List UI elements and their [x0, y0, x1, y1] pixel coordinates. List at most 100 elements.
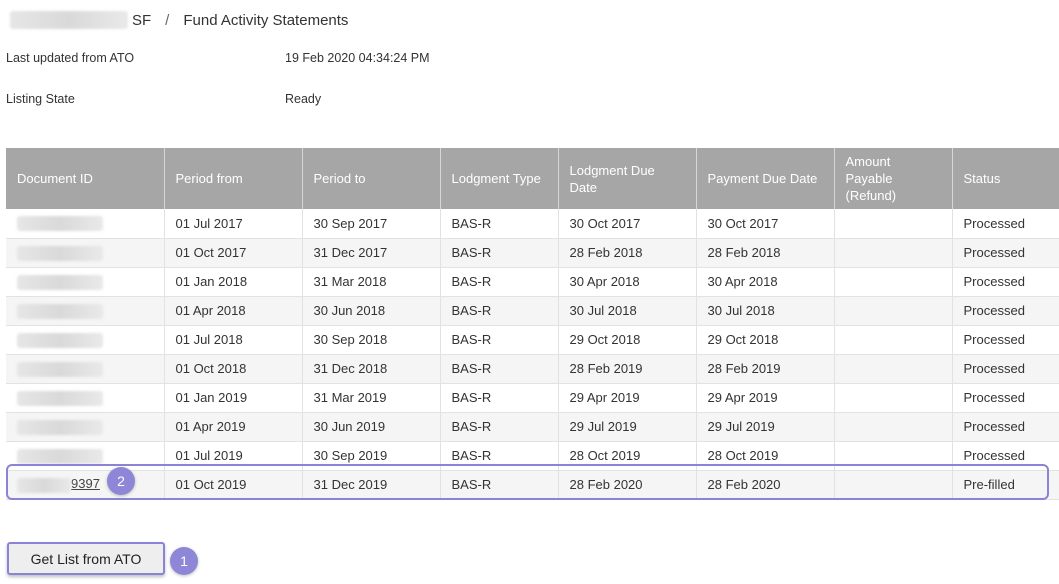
cell-amount [834, 238, 953, 268]
listing-state-value: Ready [285, 92, 322, 106]
cell-status: Processed [952, 412, 1059, 442]
cell-payment-due: 30 Jul 2018 [696, 296, 835, 326]
cell-lodgment-due: 29 Jul 2019 [558, 412, 697, 442]
cell-status: Processed [952, 296, 1059, 326]
table-body: 01 Jul 2017 30 Sep 2017 BAS-R 30 Oct 2017 30… [6, 209, 1059, 500]
header-status[interactable]: Status [952, 148, 1059, 209]
cell-lodgment-due: 28 Feb 2019 [558, 354, 697, 384]
header-amount-payable[interactable]: Amount Payable (Refund) [834, 148, 953, 209]
cell-payment-due: 29 Jul 2019 [696, 412, 835, 442]
cell-amount [834, 354, 953, 384]
cell-status: Processed [952, 238, 1059, 268]
document-id-redacted [17, 274, 103, 290]
table-row[interactable]: 01 Jan 2018 31 Mar 2018 BAS-R 30 Apr 2018 30… [6, 267, 1059, 297]
table-header-row: Document ID Period from Period to Lodgme… [6, 148, 1059, 209]
step-badge-1: 1 [170, 547, 198, 575]
cell-payment-due: 30 Oct 2017 [696, 209, 835, 239]
cell-period-to: 31 Dec 2018 [302, 354, 441, 384]
cell-period-to: 30 Sep 2018 [302, 325, 441, 355]
cell-document-id [6, 296, 165, 326]
cell-period-from: 01 Oct 2017 [164, 238, 303, 268]
cell-period-from: 01 Oct 2018 [164, 354, 303, 384]
header-lodgment-type[interactable]: Lodgment Type [440, 148, 559, 209]
document-id-redacted [17, 245, 103, 261]
breadcrumb-fund[interactable]: SF [132, 12, 151, 29]
cell-lodgment-due: 30 Oct 2017 [558, 209, 697, 239]
header-document-id[interactable]: Document ID [6, 148, 165, 209]
cell-payment-due: 29 Oct 2018 [696, 325, 835, 355]
header-payment-due-date[interactable]: Payment Due Date [696, 148, 835, 209]
table-row[interactable]: 01 Apr 2019 30 Jun 2019 BAS-R 29 Jul 2019 29… [6, 412, 1059, 442]
document-id-redacted [17, 332, 103, 348]
highlighted-row-outline [6, 464, 1049, 500]
cell-status: Processed [952, 354, 1059, 384]
cell-lodgment-type: BAS-R [440, 412, 559, 442]
document-id-redacted [17, 303, 103, 319]
cell-period-from: 01 Jul 2017 [164, 209, 303, 239]
cell-payment-due: 29 Apr 2019 [696, 383, 835, 413]
cell-lodgment-due: 29 Oct 2018 [558, 325, 697, 355]
statements-table-container: Document ID Period from Period to Lodgme… [6, 148, 1059, 500]
header-period-from[interactable]: Period from [164, 148, 303, 209]
table-row[interactable]: 01 Jul 2017 30 Sep 2017 BAS-R 30 Oct 2017 30… [6, 209, 1059, 239]
statements-table: Document ID Period from Period to Lodgme… [6, 148, 1059, 500]
last-updated-value: 19 Feb 2020 04:34:24 PM [285, 51, 430, 65]
cell-status: Processed [952, 267, 1059, 297]
cell-period-to: 31 Mar 2018 [302, 267, 441, 297]
cell-document-id [6, 209, 165, 239]
table-row[interactable]: 01 Oct 2018 31 Dec 2018 BAS-R 28 Feb 2019 28… [6, 354, 1059, 384]
listing-state-label: Listing State [6, 92, 75, 106]
get-list-from-ato-button[interactable]: Get List from ATO [7, 542, 165, 575]
cell-period-to: 30 Sep 2017 [302, 209, 441, 239]
table-row[interactable]: 01 Apr 2018 30 Jun 2018 BAS-R 30 Jul 2018 30… [6, 296, 1059, 326]
step-badge-2: 2 [107, 467, 135, 495]
cell-period-from: 01 Jan 2019 [164, 383, 303, 413]
document-id-redacted [17, 448, 103, 464]
cell-status: Processed [952, 209, 1059, 239]
cell-period-to: 31 Mar 2019 [302, 383, 441, 413]
cell-document-id [6, 238, 165, 268]
cell-document-id [6, 412, 165, 442]
document-id-redacted [17, 390, 103, 406]
header-period-to[interactable]: Period to [302, 148, 441, 209]
cell-document-id [6, 383, 165, 413]
cell-document-id [6, 354, 165, 384]
cell-payment-due: 28 Feb 2019 [696, 354, 835, 384]
table-row[interactable]: 01 Jan 2019 31 Mar 2019 BAS-R 29 Apr 2019 29… [6, 383, 1059, 413]
cell-period-from: 01 Apr 2019 [164, 412, 303, 442]
table-row[interactable]: 01 Jul 2018 30 Sep 2018 BAS-R 29 Oct 2018 29… [6, 325, 1059, 355]
cell-lodgment-due: 28 Feb 2018 [558, 238, 697, 268]
document-id-redacted [17, 419, 103, 435]
cell-lodgment-due: 30 Apr 2018 [558, 267, 697, 297]
fund-activity-statements-page: SF / Fund Activity Statements Last updat… [0, 0, 1059, 584]
cell-amount [834, 383, 953, 413]
table-row[interactable]: 01 Oct 2017 31 Dec 2017 BAS-R 28 Feb 2018 28… [6, 238, 1059, 268]
cell-lodgment-due: 29 Apr 2019 [558, 383, 697, 413]
cell-lodgment-type: BAS-R [440, 267, 559, 297]
document-id-redacted [17, 361, 103, 377]
breadcrumb-current-page: Fund Activity Statements [183, 11, 349, 29]
cell-document-id [6, 267, 165, 297]
cell-period-to: 31 Dec 2017 [302, 238, 441, 268]
cell-amount [834, 267, 953, 297]
cell-lodgment-type: BAS-R [440, 209, 559, 239]
last-updated-label: Last updated from ATO [6, 51, 135, 65]
document-id-redacted [17, 216, 103, 232]
cell-payment-due: 30 Apr 2018 [696, 267, 835, 297]
cell-amount [834, 412, 953, 442]
cell-period-from: 01 Jan 2018 [164, 267, 303, 297]
cell-period-from: 01 Jul 2018 [164, 325, 303, 355]
cell-lodgment-type: BAS-R [440, 325, 559, 355]
fund-name-redacted [10, 11, 128, 29]
cell-period-from: 01 Apr 2018 [164, 296, 303, 326]
cell-lodgment-type: BAS-R [440, 238, 559, 268]
cell-period-to: 30 Jun 2018 [302, 296, 441, 326]
cell-lodgment-type: BAS-R [440, 296, 559, 326]
cell-amount [834, 296, 953, 326]
breadcrumb-separator: / [165, 11, 170, 29]
cell-amount [834, 325, 953, 355]
cell-status: Processed [952, 383, 1059, 413]
header-lodgment-due-date[interactable]: Lodgment Due Date [558, 148, 697, 209]
breadcrumb: SF / Fund Activity Statements [10, 8, 348, 32]
cell-status: Processed [952, 325, 1059, 355]
